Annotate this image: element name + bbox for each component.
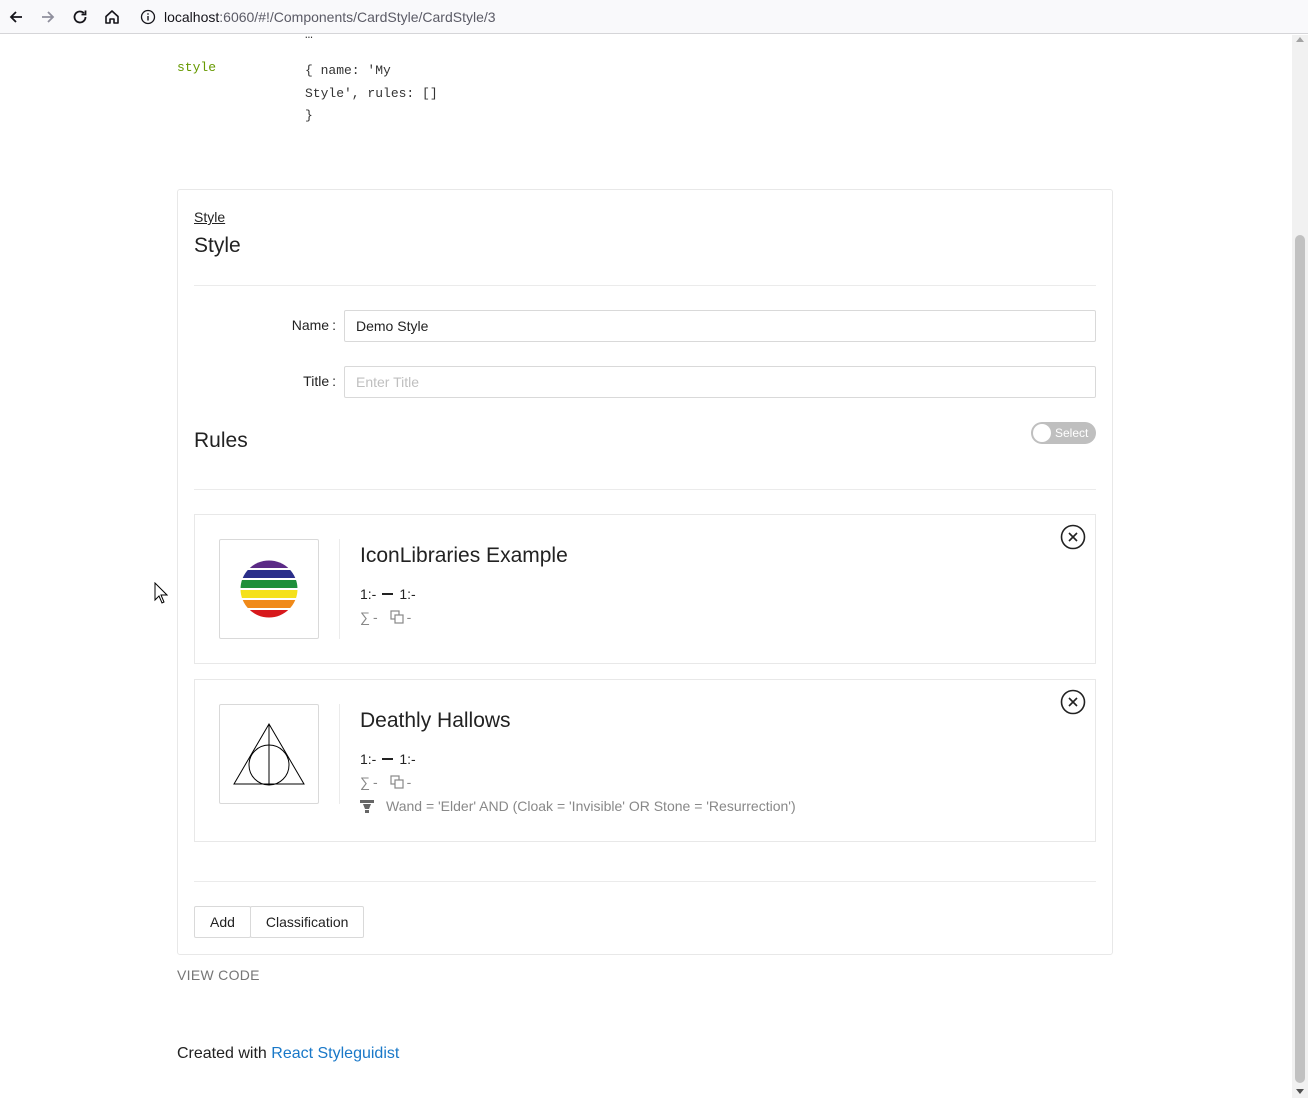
view-code-button[interactable]: VIEW CODE xyxy=(177,967,260,983)
mouse-cursor-icon xyxy=(154,582,168,604)
rule-separator xyxy=(339,704,340,804)
filter-icon xyxy=(360,799,374,813)
rule-name: IconLibraries Example xyxy=(360,544,568,567)
select-toggle-label: Select xyxy=(1055,426,1089,440)
footer-text: Created with xyxy=(177,1045,272,1062)
footer: Created with React Styleguidist xyxy=(177,1045,399,1063)
scrollbar[interactable] xyxy=(1292,35,1308,1098)
toggle-knob xyxy=(1033,424,1051,442)
divider xyxy=(194,489,1096,490)
rainbow-circle-icon xyxy=(240,560,298,618)
sum-value: - xyxy=(372,609,378,625)
classification-button[interactable]: Classification xyxy=(249,906,365,938)
filter-expression: Wand = 'Elder' AND (Cloak = 'Invisible' … xyxy=(386,798,796,814)
arrow-right-icon xyxy=(42,10,55,23)
sigma-icon: ∑ xyxy=(360,774,370,790)
name-row: Name: xyxy=(194,310,1096,342)
copy-value: - xyxy=(406,609,412,625)
rule-card: Deathly Hallows 1:- 1:- ∑ - - Wand = 'Elde… xyxy=(194,679,1096,842)
rule-meta: ∑ - - xyxy=(360,774,411,790)
back-button[interactable] xyxy=(0,2,32,32)
rule-scale: 1:- 1:- xyxy=(360,586,416,602)
info-icon xyxy=(140,9,156,24)
scale-min: 1:- xyxy=(360,751,377,767)
copy-icon xyxy=(390,610,404,624)
prop-name: style xyxy=(177,60,217,75)
reload-icon xyxy=(73,10,87,23)
scale-max: 1:- xyxy=(399,751,416,767)
title-input[interactable] xyxy=(344,366,1096,398)
rule-scale: 1:- 1:- xyxy=(360,751,416,767)
arrow-left-icon xyxy=(9,10,22,23)
copy-icon xyxy=(390,775,404,789)
address-bar[interactable]: localhost:6060/#!/Components/CardStyle/C… xyxy=(136,3,1296,31)
title-label: Title: xyxy=(303,373,336,389)
rule-filter: Wand = 'Elder' AND (Cloak = 'Invisible' … xyxy=(360,798,796,814)
title-row: Title: xyxy=(194,366,1096,398)
scale-min: 1:- xyxy=(360,586,377,602)
url-path: :6060/#!/Components/CardStyle/CardStyle/… xyxy=(219,8,496,25)
breadcrumb[interactable]: Style xyxy=(194,209,225,225)
example-card: Style Style Name: Title: Rules Select xyxy=(177,189,1113,955)
prop-default: { name: 'My Style', rules: [] } xyxy=(305,60,455,128)
close-circle-icon[interactable] xyxy=(1060,689,1086,715)
divider xyxy=(194,285,1096,286)
name-label: Name: xyxy=(291,317,336,333)
scroll-down-arrow-icon[interactable] xyxy=(1296,1089,1304,1094)
scroll-up-arrow-icon[interactable] xyxy=(1296,37,1304,42)
url-host: localhost xyxy=(164,8,220,25)
name-input[interactable] xyxy=(344,310,1096,342)
prop-default-line: } xyxy=(305,108,313,123)
sigma-icon: ∑ xyxy=(360,609,370,625)
forward-button[interactable] xyxy=(32,2,64,32)
dash-icon xyxy=(382,593,394,595)
reload-button[interactable] xyxy=(64,2,96,32)
page-viewport: … style { name: 'My Style', rules: [] } … xyxy=(0,35,1292,1098)
prop-default-line: { name: 'My xyxy=(305,63,391,78)
rule-separator xyxy=(339,539,340,639)
card-title: Style xyxy=(194,234,241,257)
sum-value: - xyxy=(372,774,378,790)
prop-default-line: Style', rules: [] xyxy=(305,85,438,101)
prop-default-cut: … xyxy=(305,35,313,42)
rule-preview[interactable] xyxy=(219,704,319,804)
styleguidist-link[interactable]: React Styleguidist xyxy=(271,1045,399,1062)
home-icon xyxy=(105,9,119,24)
browser-toolbar: localhost:6060/#!/Components/CardStyle/C… xyxy=(0,0,1308,34)
scale-max: 1:- xyxy=(399,586,416,602)
rule-card: IconLibraries Example 1:- 1:- ∑ - - xyxy=(194,514,1096,664)
rule-preview[interactable] xyxy=(219,539,319,639)
rules-title: Rules xyxy=(194,429,248,452)
action-buttons: Add Classification xyxy=(194,906,365,938)
divider xyxy=(194,881,1096,882)
dash-icon xyxy=(382,758,394,760)
select-toggle[interactable]: Select xyxy=(1031,422,1096,444)
copy-value: - xyxy=(406,774,412,790)
add-button[interactable]: Add xyxy=(194,906,251,938)
rule-name: Deathly Hallows xyxy=(360,709,511,732)
close-circle-icon[interactable] xyxy=(1060,524,1086,550)
home-button[interactable] xyxy=(96,2,128,32)
rule-meta: ∑ - - xyxy=(360,609,411,625)
scrollbar-thumb[interactable] xyxy=(1295,235,1305,1083)
deathly-hallows-icon xyxy=(233,723,305,786)
